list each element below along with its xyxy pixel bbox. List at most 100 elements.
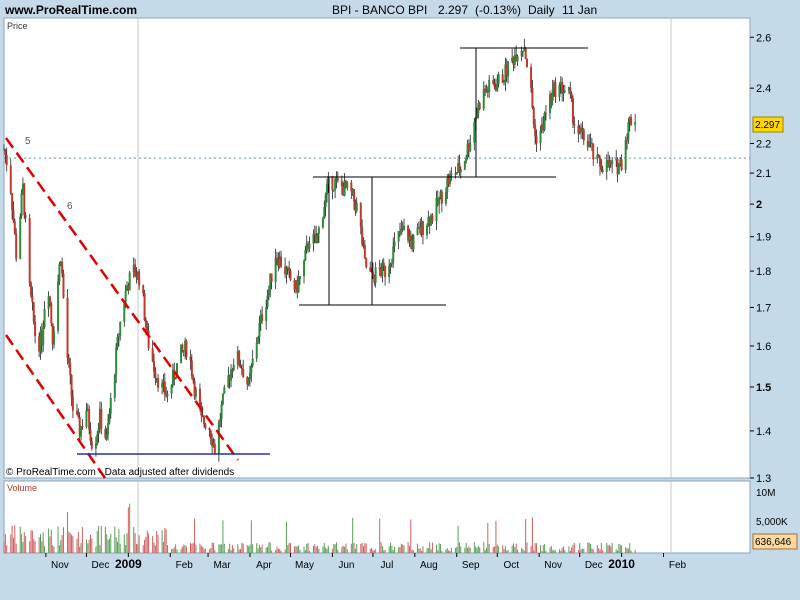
candle-body bbox=[285, 268, 288, 275]
candle-body bbox=[208, 428, 211, 431]
candle-body bbox=[455, 172, 458, 175]
candle-body bbox=[109, 397, 112, 414]
candle-body bbox=[530, 67, 533, 88]
candle-body bbox=[113, 374, 116, 398]
candle-body bbox=[117, 336, 120, 338]
candle-body bbox=[96, 434, 99, 444]
candle-body bbox=[192, 376, 195, 381]
period-label: Daily bbox=[528, 3, 555, 17]
candle-body bbox=[266, 295, 269, 307]
y-tick-label: 2.6 bbox=[756, 32, 771, 44]
candle-body bbox=[393, 241, 396, 247]
candle-body bbox=[13, 221, 16, 234]
candle-body bbox=[304, 249, 307, 261]
candle-body bbox=[573, 123, 576, 126]
candle-body bbox=[67, 358, 70, 363]
candle-body bbox=[85, 410, 88, 427]
y-tick-label: 1.4 bbox=[756, 426, 771, 438]
candle-body bbox=[116, 337, 119, 348]
candle-body bbox=[77, 414, 80, 418]
candle-body bbox=[554, 82, 557, 98]
candle-body bbox=[501, 74, 504, 83]
candle-body bbox=[598, 157, 601, 167]
wave-label-5: 5 bbox=[25, 136, 31, 147]
x-tick-label: 2010 bbox=[608, 557, 635, 571]
candle-body bbox=[161, 383, 164, 388]
candle-body bbox=[412, 235, 415, 250]
x-tick-label: Dec bbox=[92, 560, 110, 571]
y-tick-label: 1.9 bbox=[756, 232, 771, 244]
candle-body bbox=[438, 197, 441, 205]
x-tick-label: Dec bbox=[585, 560, 603, 571]
candle-body bbox=[57, 281, 60, 331]
x-tick-label: Feb bbox=[669, 560, 687, 571]
candle-body bbox=[496, 83, 499, 91]
candle-body bbox=[170, 385, 173, 394]
candle-body bbox=[194, 388, 197, 397]
candle-body bbox=[444, 192, 447, 204]
candle-body bbox=[324, 194, 327, 208]
candle-body bbox=[123, 303, 126, 322]
candle-body bbox=[469, 142, 472, 151]
candle-body bbox=[450, 173, 453, 175]
candle-body bbox=[590, 142, 593, 144]
candle-body bbox=[146, 327, 149, 331]
candle-body bbox=[378, 267, 381, 270]
candle-body bbox=[374, 267, 377, 283]
candle-body bbox=[32, 302, 35, 322]
candle-body bbox=[143, 293, 146, 321]
candle-body bbox=[20, 193, 23, 217]
candle-body bbox=[384, 266, 387, 278]
candle-body bbox=[128, 272, 131, 291]
candle-body bbox=[43, 308, 46, 328]
candle-body bbox=[597, 154, 600, 158]
candle-body bbox=[154, 371, 157, 378]
candle-body bbox=[185, 340, 188, 357]
current-volume-value: 636,646 bbox=[755, 537, 792, 548]
candle-body bbox=[336, 178, 339, 181]
candle-body bbox=[75, 410, 78, 415]
candle-body bbox=[61, 261, 64, 274]
site-name[interactable]: www.ProRealTime.com bbox=[4, 3, 137, 17]
candle-body bbox=[247, 379, 250, 385]
last-price: 2.297 bbox=[438, 3, 468, 17]
candle-body bbox=[353, 189, 356, 202]
candle-body bbox=[569, 87, 572, 94]
candle-body bbox=[274, 257, 277, 282]
candle-body bbox=[524, 47, 527, 59]
candle-body bbox=[440, 191, 443, 204]
candle-body bbox=[382, 262, 385, 267]
candle-body bbox=[30, 282, 33, 296]
y-tick-label: 2.2 bbox=[756, 138, 771, 150]
candle-body bbox=[426, 225, 429, 235]
x-tick-label: Feb bbox=[176, 560, 194, 571]
candle-body bbox=[303, 260, 306, 277]
candle-body bbox=[144, 320, 147, 328]
candle-body bbox=[532, 107, 535, 125]
candle-body bbox=[361, 226, 364, 245]
candle-body bbox=[465, 157, 468, 162]
candle-body bbox=[81, 426, 84, 428]
candle-body bbox=[340, 180, 343, 187]
candle-body bbox=[535, 136, 538, 144]
candle-body bbox=[107, 423, 110, 435]
candle-body bbox=[543, 112, 546, 130]
candle-body bbox=[493, 83, 496, 88]
candle-body bbox=[219, 419, 222, 422]
x-tick-label: Apr bbox=[256, 560, 272, 571]
candle-body bbox=[325, 183, 328, 195]
candle-body bbox=[558, 84, 561, 98]
footer-note: © ProRealTime.com - Data adjusted after … bbox=[6, 467, 234, 478]
candle-body bbox=[332, 189, 335, 191]
candle-body bbox=[617, 164, 620, 175]
candle-body bbox=[217, 421, 220, 455]
candle-body bbox=[189, 356, 192, 361]
candle-body bbox=[255, 342, 258, 359]
candle-body bbox=[11, 193, 14, 211]
candle-body bbox=[201, 415, 204, 417]
candle-body bbox=[90, 441, 93, 449]
candle-body bbox=[392, 246, 395, 264]
candle-body bbox=[190, 360, 193, 377]
y-tick-label: 1.7 bbox=[756, 302, 771, 314]
candle-body bbox=[331, 175, 334, 191]
